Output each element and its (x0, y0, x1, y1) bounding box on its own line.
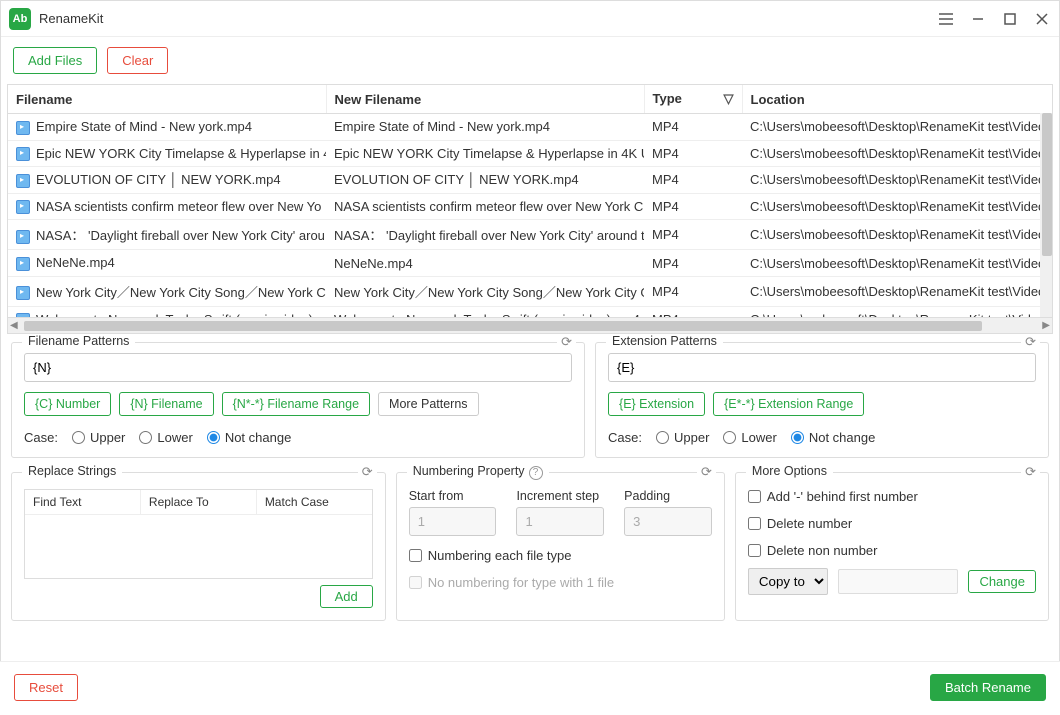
numbering-each-type[interactable]: Numbering each file type (409, 548, 712, 563)
delete-number-option[interactable]: Delete number (748, 516, 1036, 531)
case-upper[interactable]: Upper (72, 430, 125, 445)
filename-patterns-title: Filename Patterns (22, 334, 135, 348)
file-table: Filename New Filename Type▽ Location Emp… (7, 84, 1053, 334)
case-lower[interactable]: Lower (139, 430, 192, 445)
clear-button[interactable]: Clear (107, 47, 168, 74)
horizontal-scrollbar[interactable]: ◀ ▶ (8, 317, 1052, 333)
toolbar: Add Files Clear (1, 37, 1059, 84)
copy-to-select[interactable]: Copy to (748, 568, 828, 595)
titlebar: Ab RenameKit (1, 1, 1059, 37)
scroll-left-icon[interactable]: ◀ (10, 320, 18, 331)
refresh-icon[interactable]: ⟳ (358, 464, 377, 480)
extension-patterns-panel: Extension Patterns ⟳ {E} Extension {E*-*… (595, 342, 1049, 458)
file-icon (16, 174, 30, 188)
extension-range-chip[interactable]: {E*-*} Extension Range (713, 392, 864, 416)
file-icon (16, 230, 30, 244)
help-icon[interactable]: ? (529, 466, 543, 480)
filename-pattern-chip[interactable]: {N} Filename (119, 392, 213, 416)
col-filename[interactable]: Filename (8, 85, 326, 114)
table-row[interactable]: Empire State of Mind - New york.mp4Empir… (8, 114, 1052, 141)
padding-input[interactable] (624, 507, 712, 536)
table-row[interactable]: Epic NEW YORK City Timelapse & Hyperlaps… (8, 140, 1052, 167)
replace-strings-panel: Replace Strings ⟳ Find Text Replace To M… (11, 472, 386, 621)
case-notchange[interactable]: Not change (207, 430, 292, 445)
more-options-title: More Options (746, 464, 833, 478)
change-button[interactable]: Change (968, 570, 1036, 593)
start-from-input[interactable] (409, 507, 497, 536)
case-label: Case: (24, 430, 58, 445)
col-new-filename[interactable]: New Filename (326, 85, 644, 114)
add-files-button[interactable]: Add Files (13, 47, 97, 74)
table-row[interactable]: NASA scientists confirm meteor flew over… (8, 193, 1052, 220)
case-label: Case: (608, 430, 642, 445)
add-replace-button[interactable]: Add (320, 585, 373, 608)
filename-range-chip[interactable]: {N*-*} Filename Range (222, 392, 370, 416)
ext-case-lower[interactable]: Lower (723, 430, 776, 445)
batch-rename-button[interactable]: Batch Rename (930, 674, 1046, 701)
replace-table: Find Text Replace To Match Case (24, 489, 373, 579)
close-icon[interactable] (1033, 10, 1051, 28)
table-row[interactable]: New York City／New York City Song／New Yor… (8, 276, 1052, 306)
minimize-icon[interactable] (969, 10, 987, 28)
ext-case-upper[interactable]: Upper (656, 430, 709, 445)
more-options-panel: More Options ⟳ Add '-' behind first numb… (735, 472, 1049, 621)
replace-title: Replace Strings (22, 464, 122, 478)
start-from-label: Start from (409, 489, 497, 503)
extension-patterns-title: Extension Patterns (606, 334, 723, 348)
filter-icon[interactable]: ▽ (724, 91, 734, 107)
increment-input[interactable] (516, 507, 604, 536)
no-numbering-one: No numbering for type with 1 file (409, 575, 712, 590)
app-icon: Ab (9, 8, 31, 30)
menu-icon[interactable] (937, 10, 955, 28)
ext-case-notchange[interactable]: Not change (791, 430, 876, 445)
col-type[interactable]: Type▽ (644, 85, 742, 114)
number-pattern-chip[interactable]: {C} Number (24, 392, 111, 416)
col-find-text: Find Text (25, 490, 141, 514)
increment-label: Increment step (516, 489, 604, 503)
refresh-icon[interactable]: ⟳ (557, 334, 576, 350)
vertical-scrollbar[interactable] (1040, 113, 1053, 317)
table-row[interactable]: NeNeNe.mp4NeNeNe.mp4MP4C:\Users\mobeesof… (8, 250, 1052, 277)
table-row[interactable]: EVOLUTION OF CITY │ NEW YORK.mp4EVOLUTIO… (8, 167, 1052, 194)
numbering-panel: Numbering Property? ⟳ Start from Increme… (396, 472, 725, 621)
file-icon (16, 121, 30, 135)
extension-pattern-input[interactable] (608, 353, 1036, 382)
col-match-case: Match Case (257, 490, 372, 514)
col-location[interactable]: Location (742, 85, 1052, 114)
file-icon (16, 257, 30, 271)
file-icon (16, 147, 30, 161)
delete-non-number-option[interactable]: Delete non number (748, 543, 1036, 558)
add-dash-option[interactable]: Add '-' behind first number (748, 489, 1036, 504)
scroll-right-icon[interactable]: ▶ (1042, 320, 1050, 331)
filename-patterns-panel: Filename Patterns ⟳ {C} Number {N} Filen… (11, 342, 585, 458)
table-row[interactable]: NASA： 'Daylight fireball over New York C… (8, 220, 1052, 250)
copy-to-path[interactable] (838, 569, 959, 594)
filename-pattern-input[interactable] (24, 353, 572, 382)
footer: Reset Batch Rename (0, 661, 1060, 715)
app-title: RenameKit (39, 11, 937, 26)
refresh-icon[interactable]: ⟳ (697, 464, 716, 480)
maximize-icon[interactable] (1001, 10, 1019, 28)
file-icon (16, 200, 30, 214)
numbering-title: Numbering Property? (407, 464, 549, 480)
col-replace-to: Replace To (141, 490, 257, 514)
padding-label: Padding (624, 489, 712, 503)
refresh-icon[interactable]: ⟳ (1021, 334, 1040, 350)
extension-chip[interactable]: {E} Extension (608, 392, 705, 416)
refresh-icon[interactable]: ⟳ (1021, 464, 1040, 480)
file-icon (16, 286, 30, 300)
reset-button[interactable]: Reset (14, 674, 78, 701)
more-patterns-chip[interactable]: More Patterns (378, 392, 479, 416)
